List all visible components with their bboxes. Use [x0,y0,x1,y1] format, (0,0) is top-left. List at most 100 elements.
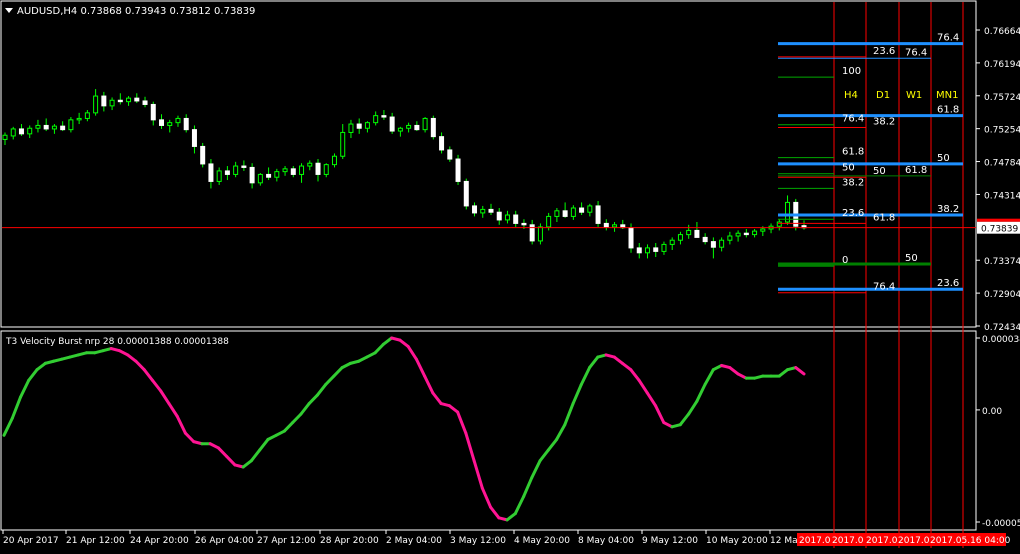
candle-body [677,234,683,241]
candle-body [340,131,346,157]
candle-body [142,100,148,105]
indicator-segment [373,342,385,355]
indicator-segment [282,421,295,433]
candle-body [241,165,247,168]
candle-body [35,124,41,129]
time-tick-label: 21 Apr 12:00 [66,536,125,546]
candle-body [562,210,568,217]
candle-body [356,123,362,129]
fib-level-label: 61.8 [905,165,927,176]
timeframe-label-d1: D1 [876,90,890,101]
indicator-segment [241,459,253,469]
time-tick-label: 28 Apr 20:00 [320,536,379,546]
indicator-segment [728,366,740,376]
candle-body [488,208,494,213]
indicator-segment [522,476,534,499]
candle-body [554,210,560,217]
candle-body [439,136,445,151]
candle-body [257,173,263,184]
timeframe-labels: H4 D1 W1 MN1 [844,90,958,101]
indicator-axis[interactable]: 0.000034 0.00 -0.000053 [976,335,1020,529]
candle-body [546,215,552,228]
trading-chart-window[interactable]: 76.4 76.4 23.6 100 61.8 76.4 38.2 61.8 50 50 50 61.… [0,0,1020,551]
triangle-down-icon[interactable] [5,8,13,13]
indicator-segment [216,446,229,458]
candle-body [68,119,74,131]
fib-level-label: 38.2 [937,204,959,215]
candle-body [183,117,189,131]
candle-body [504,214,510,221]
time-tick-label: 24 Apr 20:00 [130,536,189,546]
candle-body [150,103,156,121]
indicator-segment [291,412,303,425]
timeframe-label-mn1: MN1 [936,90,958,101]
chart-canvas[interactable]: 76.4 76.4 23.6 100 61.8 76.4 38.2 61.8 50 50 50 61.… [0,0,1020,551]
indicator-segment [505,512,517,522]
fib-level-label: 23.6 [873,46,895,57]
indicator-segment [126,353,138,363]
indicator-segment [588,355,600,370]
time-tick-label: 26 Apr 04:00 [195,536,254,546]
indicator-segment [530,459,542,480]
candle-body [603,222,609,228]
candle-body [644,247,650,254]
indicator-segment [612,355,625,365]
indicator-segment [423,374,435,395]
candle-body [694,229,700,238]
candle-body [208,163,214,182]
candle-body [10,128,16,137]
indicator-tick-label: -0.000053 [982,519,1020,529]
time-axis[interactable]: 20 Apr 2017 21 Apr 12:00 24 Apr 20:00 26 Ap… [2,530,1011,546]
candle-body [266,173,272,178]
candle-body [364,122,370,129]
indicator-segment [447,404,460,414]
candle-body [175,117,181,124]
candle-body [496,211,502,221]
indicator-segment [398,338,410,348]
price-axis[interactable]: 0.76664 0.76194 0.75724 0.75254 0.74784 0.743… [2,27,1020,333]
fibonacci-levels: 76.4 76.4 23.6 100 61.8 76.4 38.2 61.8 50 50 50 61.… [778,33,963,294]
future-time-label: 2017.0 [832,536,864,546]
timeframe-label-w1: W1 [906,90,922,101]
time-tick-label: 4 May 20:00 [514,536,570,546]
candle-body [101,95,107,107]
indicator-segment [546,438,559,452]
candle-body [455,158,461,182]
fib-level-label: 38.2 [842,177,864,188]
candle-body [51,125,57,130]
current-price-label: 0.73839 [981,225,1018,235]
candle-body [743,232,749,236]
candle-body [447,149,453,160]
price-tick-label: 0.72904 [984,290,1020,300]
indicator-segment [777,368,790,378]
future-time-label: 2017.0 [866,536,898,546]
candle-body [669,239,675,245]
indicator-segment [27,368,39,382]
period-separators [833,2,964,548]
indicator-segment [703,368,715,387]
candle-body [422,117,428,131]
time-tick-label: 2 May 04:00 [386,536,442,546]
candle-body [373,115,379,124]
indicator-segment [225,454,237,467]
time-tick-label: 27 Apr 12:00 [257,536,316,546]
fib-level-label: 76.4 [905,47,927,58]
indicator-tick-label: 0.00 [982,407,1002,417]
candle-body [224,170,230,175]
candle-body [381,115,387,118]
candle-body [472,205,478,214]
candle-body [109,99,115,107]
candle-body [233,165,239,175]
indicator-segment [175,414,187,435]
indicator-segment [431,391,443,406]
candle-body [18,128,24,135]
price-tick-label: 0.75254 [984,126,1020,136]
candle-body [719,239,725,248]
fib-level-label: 76.4 [873,282,895,293]
candle-body [167,122,173,126]
indicator-segment [794,366,806,376]
candle-body [249,166,255,184]
candle-body [702,236,708,243]
indicator-segment [456,410,468,435]
indicator-segment [307,393,319,406]
